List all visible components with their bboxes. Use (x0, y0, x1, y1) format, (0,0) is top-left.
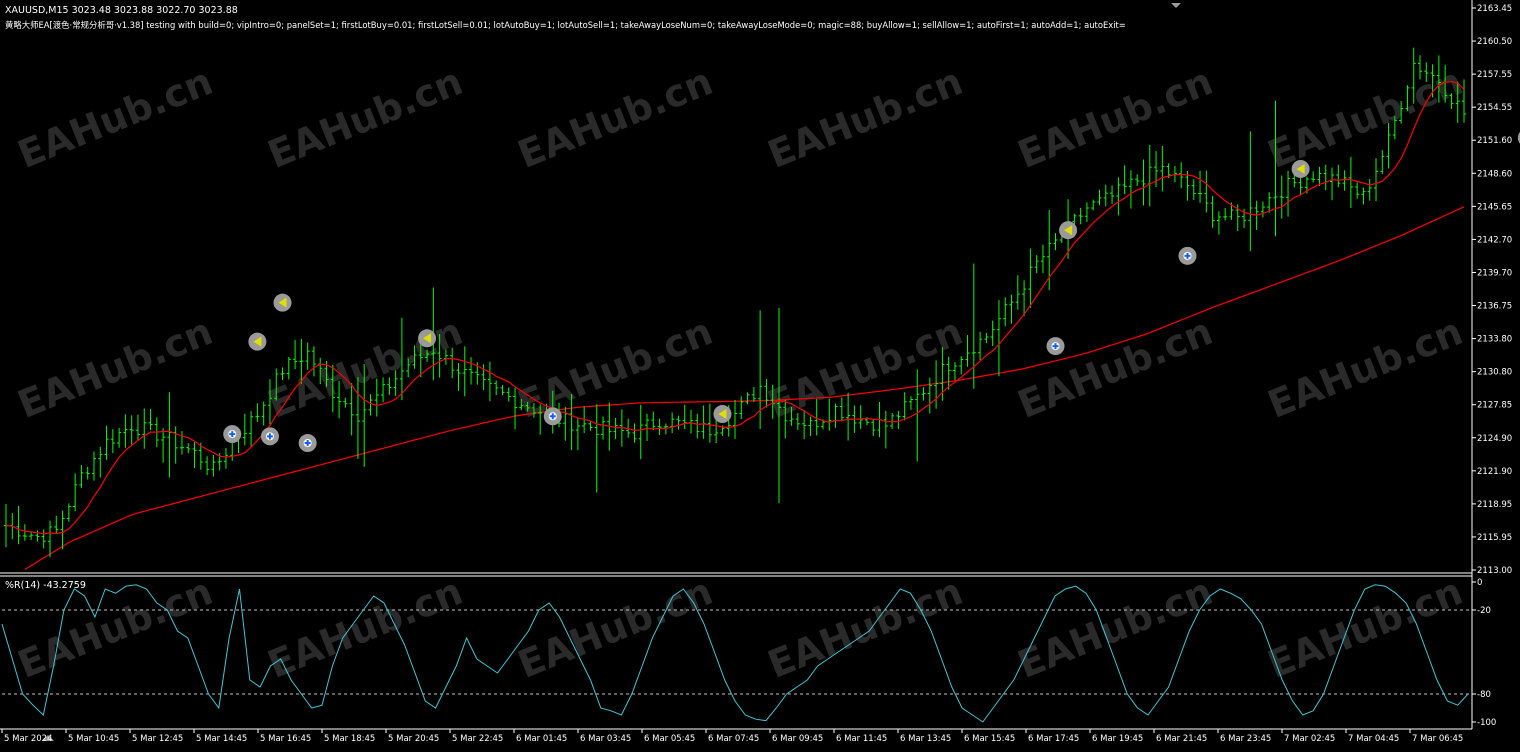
time-tick-label: 5 Mar 14:45 (196, 734, 247, 744)
price-tick-label: 2121.90 (1477, 467, 1512, 477)
time-tick-label: 5 Mar 2024 (4, 734, 52, 744)
time-tick-label: 6 Mar 15:45 (964, 734, 1015, 744)
time-tick-label: 6 Mar 23:45 (1220, 734, 1271, 744)
buy-marker-icon[interactable] (1178, 246, 1197, 265)
price-tick-label: 2118.95 (1477, 500, 1512, 510)
time-tick-label: 6 Mar 19:45 (1092, 734, 1143, 744)
time-tick-label: 7 Mar 06:45 (1412, 734, 1463, 744)
buy-marker-icon[interactable] (260, 427, 279, 446)
price-tick-label: 2139.70 (1477, 268, 1512, 278)
wpr-tick-label: -80 (1477, 690, 1491, 700)
wpr-label: %R(14) -43.2759 (5, 580, 86, 591)
time-tick-label: 7 Mar 02:45 (1284, 734, 1335, 744)
sell-marker-icon[interactable] (1059, 221, 1078, 240)
time-tick-label: 6 Mar 03:45 (580, 734, 631, 744)
price-chart[interactable]: EAHub.cn EAHub.cn EAHub.cn EAHub.cn EAHub.cn… (0, 0, 1520, 748)
time-tick-label: 5 Mar 22:45 (452, 734, 503, 744)
price-tick-label: 2124.90 (1477, 434, 1512, 444)
time-tick-label: 6 Mar 01:45 (516, 734, 567, 744)
time-tick-label: 6 Mar 09:45 (772, 734, 823, 744)
sell-marker-icon[interactable] (1291, 159, 1310, 178)
price-tick-label: 2142.70 (1477, 235, 1512, 245)
buy-marker-icon[interactable] (223, 425, 242, 444)
price-tick-label: 2151.60 (1477, 136, 1512, 146)
sell-marker-icon[interactable] (713, 405, 732, 424)
time-tick-label: 5 Mar 10:45 (68, 734, 119, 744)
wpr-tick-label: -20 (1477, 606, 1491, 616)
time-tick-label: 5 Mar 20:45 (388, 734, 439, 744)
time-tick-label: 6 Mar 21:45 (1156, 734, 1207, 744)
time-tick-label: 6 Mar 13:45 (900, 734, 951, 744)
buy-marker-icon[interactable] (298, 434, 317, 453)
sell-marker-icon[interactable] (248, 332, 267, 351)
price-tick-label: 2136.75 (1477, 302, 1512, 312)
time-tick-label: 6 Mar 11:45 (836, 734, 887, 744)
price-tick-label: 2160.50 (1477, 37, 1512, 47)
time-tick-label: 5 Mar 18:45 (324, 734, 375, 744)
ea-params-line: 黄略大师EA[渡色·常规分析哥·v1.38] testing with buil… (5, 20, 1126, 30)
chart-window[interactable]: EAHub.cn EAHub.cn EAHub.cn EAHub.cn EAHub.cn… (0, 0, 1520, 748)
wpr-tick-label: 0 (1477, 578, 1482, 588)
time-tick-label: 6 Mar 05:45 (644, 734, 695, 744)
price-tick-label: 2130.80 (1477, 368, 1512, 378)
buy-marker-icon[interactable] (1046, 337, 1065, 356)
price-tick-label: 2148.60 (1477, 169, 1512, 179)
time-tick-label: 7 Mar 04:45 (1348, 734, 1399, 744)
price-tick-label: 2163.45 (1477, 4, 1512, 14)
sell-marker-icon[interactable] (418, 329, 437, 348)
price-tick-label: 2115.95 (1477, 533, 1512, 543)
price-tick-label: 2133.80 (1477, 335, 1512, 345)
sell-marker-icon[interactable] (273, 293, 292, 312)
time-tick-label: 5 Mar 16:45 (260, 734, 311, 744)
price-tick-label: 2113.00 (1477, 566, 1512, 576)
time-tick-label: 6 Mar 17:45 (1028, 734, 1079, 744)
price-tick-label: 2127.85 (1477, 401, 1512, 411)
time-tick-label: 5 Mar 12:45 (132, 734, 183, 744)
wpr-tick-label: -100 (1477, 718, 1496, 728)
price-tick-label: 2154.55 (1477, 103, 1512, 113)
time-tick-label: 6 Mar 07:45 (708, 734, 759, 744)
buy-marker-icon[interactable] (543, 407, 562, 426)
price-tick-label: 2145.65 (1477, 202, 1512, 212)
symbol-header: XAUUSD,M15 3023.48 3023.88 3022.70 3023.… (5, 5, 238, 16)
price-tick-label: 2157.55 (1477, 70, 1512, 80)
